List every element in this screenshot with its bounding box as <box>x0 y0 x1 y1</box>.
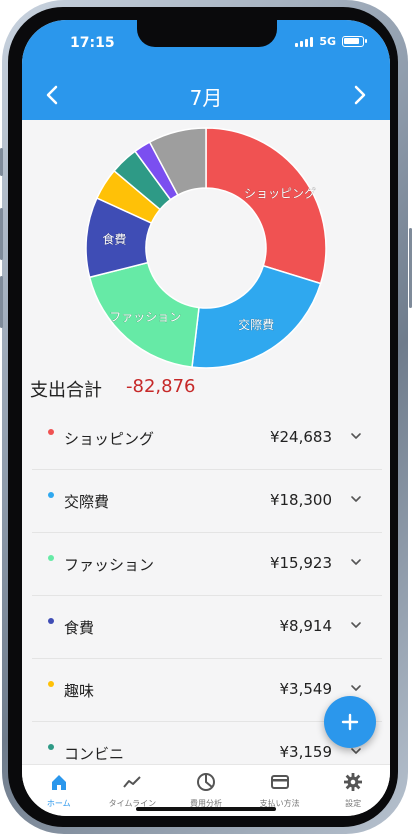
donut-slice[interactable] <box>191 264 322 369</box>
add-expense-button[interactable] <box>324 696 376 748</box>
notch <box>137 20 277 47</box>
nav-label: 設定 <box>345 799 362 808</box>
volume-down-button <box>0 276 3 328</box>
category-amount: ¥3,159 <box>279 743 333 761</box>
plus-icon <box>341 713 359 731</box>
app-screen: 17:15 5G 7月 ショッピング 交際費 ファッション 食費 支出合計 -82,8… <box>22 20 390 816</box>
expense-donut-chart[interactable]: ショッピング交際費 ファッション 食費 <box>84 126 328 370</box>
home-indicator <box>136 807 276 811</box>
category-amount: ¥18,300 <box>269 491 332 509</box>
category-row[interactable]: ショッピング ¥24,683 <box>32 407 382 470</box>
category-row[interactable]: 食費 ¥8,914 <box>32 596 382 659</box>
volume-up-button <box>0 208 3 260</box>
category-row[interactable]: ファッション ¥15,923 <box>32 533 382 596</box>
total-label: 支出合計 <box>30 380 102 401</box>
category-color-dot <box>48 429 54 435</box>
home-icon <box>51 775 66 790</box>
category-name: ファッション <box>64 556 155 574</box>
category-name: ショッピング <box>64 430 155 448</box>
nav-item-home[interactable]: ホーム <box>22 765 96 816</box>
next-month-button[interactable] <box>347 80 373 110</box>
category-color-dot <box>48 555 54 561</box>
chevron-down-icon[interactable] <box>350 431 362 441</box>
category-amount: ¥15,923 <box>269 554 332 572</box>
total-value: -82,876 <box>126 376 196 397</box>
chevron-down-icon[interactable] <box>350 494 362 504</box>
pie-icon <box>196 773 215 791</box>
mute-switch <box>0 148 3 176</box>
donut-slice-label: ショッピング <box>244 186 316 200</box>
category-row[interactable]: 交際費 ¥18,300 <box>32 470 382 533</box>
chevron-right-icon <box>354 85 366 105</box>
page-title: 7月 <box>189 86 223 110</box>
nav-item-gear[interactable]: 設定 <box>316 765 390 816</box>
trend-icon <box>123 776 142 788</box>
category-name: 食費 <box>64 619 95 637</box>
chevron-down-icon[interactable] <box>350 557 362 567</box>
donut-slice[interactable] <box>205 127 327 285</box>
category-color-dot <box>48 492 54 498</box>
status-icons: 5G <box>295 35 367 48</box>
signal-icon <box>295 36 314 47</box>
nav-label: ホーム <box>46 799 71 808</box>
card-icon <box>270 775 289 789</box>
donut-slice-label: 食費 <box>102 232 126 247</box>
donut-slice-label: ファッション <box>109 310 181 324</box>
category-color-dot <box>48 744 54 750</box>
category-amount: ¥24,683 <box>269 428 332 446</box>
chevron-down-icon[interactable] <box>350 683 362 693</box>
category-amount: ¥8,914 <box>279 617 333 635</box>
category-name: コンビニ <box>64 745 125 763</box>
category-name: 趣味 <box>64 682 95 700</box>
chevron-down-icon[interactable] <box>350 620 362 630</box>
category-amount: ¥3,549 <box>279 680 333 698</box>
status-time: 17:15 <box>70 35 115 51</box>
category-color-dot <box>48 681 54 687</box>
battery-icon <box>342 36 367 47</box>
category-color-dot <box>48 618 54 624</box>
donut-slice-label: 交際費 <box>238 317 274 332</box>
gear-icon <box>344 773 363 791</box>
network-label: 5G <box>319 35 336 48</box>
category-name: 交際費 <box>64 493 110 511</box>
